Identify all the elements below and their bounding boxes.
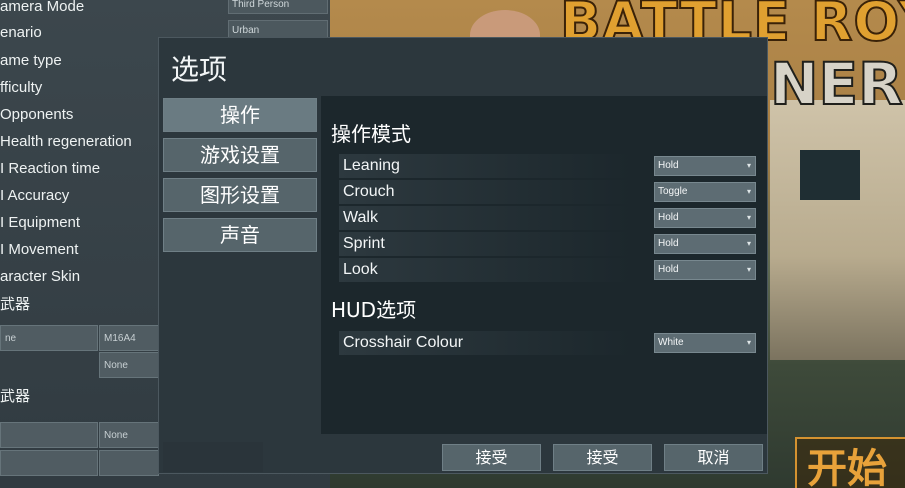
- background-setting-label: amera Mode: [0, 0, 85, 15]
- section-title-control-mode: 操作模式: [331, 122, 411, 146]
- chevron-down-icon: ▾: [746, 161, 751, 170]
- accept-button[interactable]: 接受: [442, 444, 541, 471]
- dropdown-value: Toggle: [658, 186, 688, 197]
- background-weapon-slot: None: [99, 352, 159, 378]
- background-weapon-slot: ne: [0, 325, 98, 351]
- option-row-leaning: Leaning Hold ▾: [339, 154, 757, 178]
- option-row-sprint: Sprint Hold ▾: [339, 232, 757, 256]
- option-label: Crosshair Colour: [343, 334, 464, 351]
- option-label: Sprint: [343, 235, 385, 252]
- tab-sound[interactable]: 声音: [163, 218, 317, 252]
- option-row-crosshair-colour: Crosshair Colour White ▾: [339, 331, 757, 355]
- background-setting-label: enario: [0, 24, 42, 41]
- background-start-button: 开始: [795, 437, 905, 488]
- leaning-dropdown[interactable]: Hold ▾: [654, 156, 756, 176]
- background-subtitle-art: NER: [769, 49, 904, 119]
- background-setting-value: Third Person: [228, 0, 328, 14]
- option-row-walk: Walk Hold ▾: [339, 206, 757, 230]
- background-setting-label: I Equipment: [0, 214, 81, 231]
- background-setting-label: fficulty: [0, 79, 43, 96]
- tab-game-settings[interactable]: 游戏设置: [163, 138, 317, 172]
- chevron-down-icon: ▾: [746, 239, 751, 248]
- background-weapon-slot: None: [99, 422, 159, 448]
- chevron-down-icon: ▾: [746, 187, 751, 196]
- dropdown-value: Hold: [658, 238, 679, 249]
- background-setting-row: amera Mode Third Person: [0, 0, 330, 19]
- options-nav: 操作 游戏设置 图形设置 声音: [163, 98, 317, 258]
- background-weapon-slot: [0, 422, 98, 448]
- option-label: Walk: [343, 209, 378, 226]
- cancel-button[interactable]: 取消: [664, 444, 763, 471]
- tab-graphics-settings[interactable]: 图形设置: [163, 178, 317, 212]
- chevron-down-icon: ▾: [746, 338, 751, 347]
- options-dialog: 选项 操作 游戏设置 图形设置 声音 操作模式 Leaning Hold ▾ C…: [158, 37, 768, 474]
- background-building: [770, 100, 905, 360]
- background-setting-label: aracter Skin: [0, 268, 81, 285]
- option-label: Look: [343, 261, 378, 278]
- option-row-crouch: Crouch Toggle ▾: [339, 180, 757, 204]
- crouch-dropdown[interactable]: Toggle ▾: [654, 182, 756, 202]
- background-setting-label: I Movement: [0, 241, 79, 258]
- dialog-title: 选项: [171, 53, 228, 86]
- footer-spacer: [163, 442, 263, 472]
- background-setting-label: I Reaction time: [0, 160, 101, 177]
- dropdown-value: Hold: [658, 264, 679, 275]
- dropdown-value: White: [658, 337, 684, 348]
- background-weapon-slot: [0, 450, 98, 476]
- background-setting-label: Health regeneration: [0, 133, 132, 150]
- look-dropdown[interactable]: Hold ▾: [654, 260, 756, 280]
- chevron-down-icon: ▾: [746, 213, 751, 222]
- section-title-hud: HUD选项: [331, 298, 417, 322]
- background-weapon-slot: [99, 450, 159, 476]
- background-setting-label: I Accuracy: [0, 187, 70, 204]
- option-label: Leaning: [343, 157, 400, 174]
- background-weapon-slot: M16A4: [99, 325, 159, 351]
- option-label: Crouch: [343, 183, 395, 200]
- sprint-dropdown[interactable]: Hold ▾: [654, 234, 756, 254]
- dropdown-value: Hold: [658, 160, 679, 171]
- option-row-look: Look Hold ▾: [339, 258, 757, 282]
- crosshair-colour-dropdown[interactable]: White ▾: [654, 333, 756, 353]
- walk-dropdown[interactable]: Hold ▾: [654, 208, 756, 228]
- options-content-panel: 操作模式 Leaning Hold ▾ Crouch Toggle ▾ Walk…: [321, 96, 767, 434]
- background-window: [800, 150, 860, 200]
- tab-controls[interactable]: 操作: [163, 98, 317, 132]
- background-setting-label: Opponents: [0, 106, 74, 123]
- dropdown-value: Hold: [658, 212, 679, 223]
- apply-button[interactable]: 接受: [553, 444, 652, 471]
- chevron-down-icon: ▾: [746, 265, 751, 274]
- background-setting-label: ame type: [0, 52, 62, 69]
